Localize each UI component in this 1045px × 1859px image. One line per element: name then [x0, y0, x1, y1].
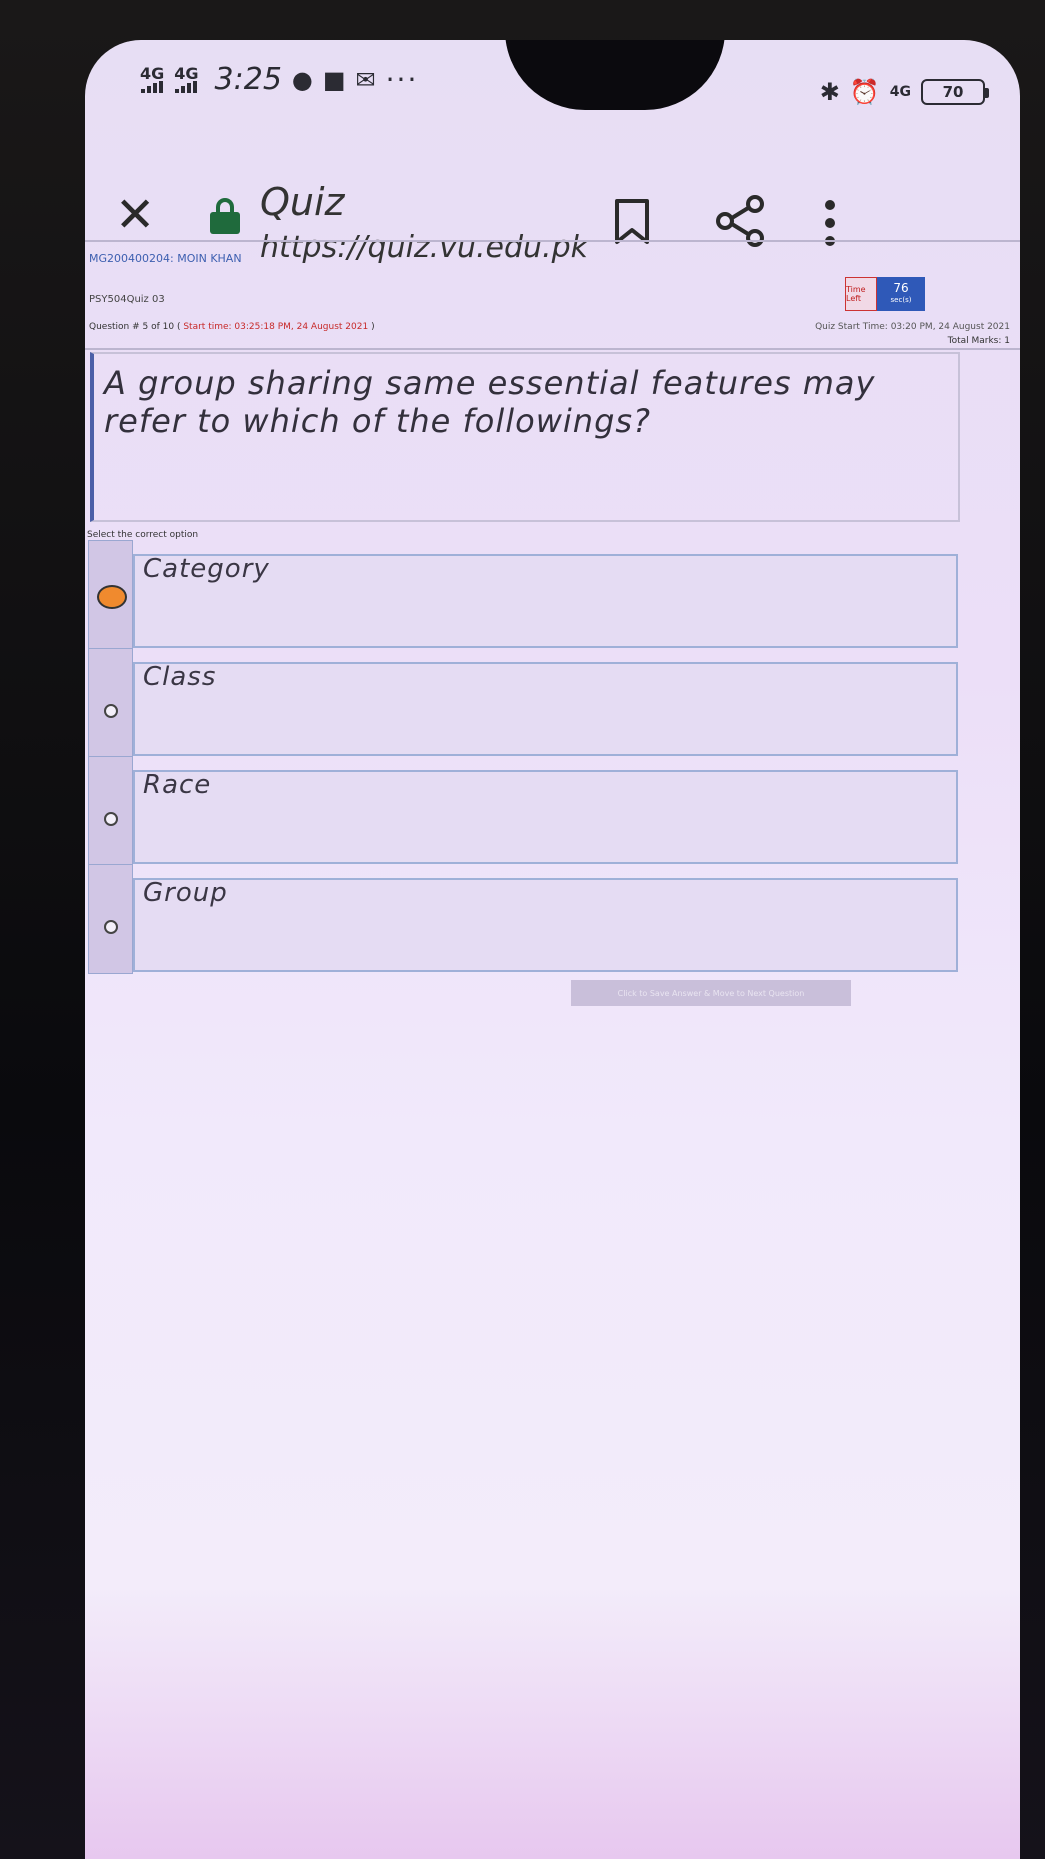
alarm-icon: ⏰: [849, 78, 880, 106]
option-label: Group: [143, 878, 228, 908]
mail-icon: ✉: [355, 65, 376, 94]
time-left-value: 76 sec(s): [877, 277, 925, 311]
option-row[interactable]: Race: [88, 756, 958, 866]
time-left-unit: sec(s): [890, 296, 912, 304]
radio-column: [88, 540, 133, 650]
option-label: Class: [143, 662, 217, 692]
quiz-start-time: Quiz Start Time: 03:20 PM, 24 August 202…: [815, 322, 1010, 332]
network-type-2: 4G: [174, 63, 199, 83]
save-answer-button[interactable]: Click to Save Answer & Move to Next Ques…: [571, 980, 851, 1006]
status-bar: 4G 4G 3:25 ● ■ ✉ ··· ✱ ⏰ 4G 70: [85, 40, 1020, 130]
quiz-code: PSY504Quiz 03: [89, 294, 165, 305]
facebook-icon: ■: [322, 65, 346, 94]
option-row[interactable]: Class: [88, 648, 958, 758]
signal-icon-1: 4G: [140, 63, 165, 93]
lock-icon[interactable]: [210, 198, 240, 234]
total-marks: Total Marks: 1: [947, 336, 1010, 346]
chat-icon: ●: [291, 65, 313, 94]
question-text: A group sharing same essential features …: [104, 364, 876, 440]
status-time: 3:25: [214, 62, 282, 97]
time-left-seconds: 76: [893, 281, 909, 295]
select-option-label: Select the correct option: [87, 530, 199, 540]
status-left: 4G 4G 3:25 ● ■ ✉ ···: [140, 62, 418, 97]
quiz-header: MG200400204: MOIN KHAN PSY504Quiz 03 Tim…: [85, 240, 1020, 350]
signal-icon-2: 4G: [174, 63, 199, 93]
bluetooth-icon: ✱: [819, 78, 840, 106]
question-box: A group sharing same essential features …: [90, 352, 960, 522]
option-label: Race: [143, 770, 212, 800]
student-name: MG200400204: MOIN KHAN: [89, 252, 242, 265]
question-start-time: Start time: 03:25:18 PM, 24 August 2021: [183, 322, 369, 332]
question-number: Question # 5 of 10 ( Start time: 03:25:1…: [89, 322, 375, 332]
phone-screen: 4G 4G 3:25 ● ■ ✉ ··· ✱ ⏰ 4G 70 ✕ Quiz ht…: [85, 40, 1020, 1859]
option-cell[interactable]: Race: [133, 770, 958, 864]
battery-icon: 70: [921, 79, 989, 105]
network-type-1: 4G: [140, 63, 165, 83]
more-notifications-icon: ···: [385, 63, 419, 96]
question-count: Question # 5 of 10 (: [89, 322, 181, 332]
question-paren-close: ): [371, 322, 375, 332]
option-cell[interactable]: Category: [133, 554, 958, 648]
option-cell[interactable]: Class: [133, 662, 958, 756]
option-label: Category: [143, 554, 270, 584]
battery-level: 70: [942, 83, 964, 101]
time-left-label: Time Left: [845, 277, 877, 311]
page-title: Quiz: [260, 180, 345, 224]
status-right: ✱ ⏰ 4G 70: [819, 78, 989, 106]
option-row[interactable]: Category: [88, 540, 958, 650]
radio-column: [88, 864, 133, 974]
option-cell[interactable]: Group: [133, 878, 958, 972]
network-type-right: 4G: [889, 84, 911, 100]
radio-button-selected[interactable]: [97, 585, 127, 609]
bookmark-icon[interactable]: [613, 198, 651, 246]
radio-button[interactable]: [104, 920, 118, 934]
option-row[interactable]: Group: [88, 864, 958, 974]
radio-button[interactable]: [104, 704, 118, 718]
radio-column: [88, 648, 133, 758]
radio-column: [88, 756, 133, 866]
radio-button[interactable]: [104, 812, 118, 826]
time-left-box: Time Left 76 sec(s): [845, 277, 925, 311]
close-button[interactable]: ✕: [115, 190, 165, 240]
